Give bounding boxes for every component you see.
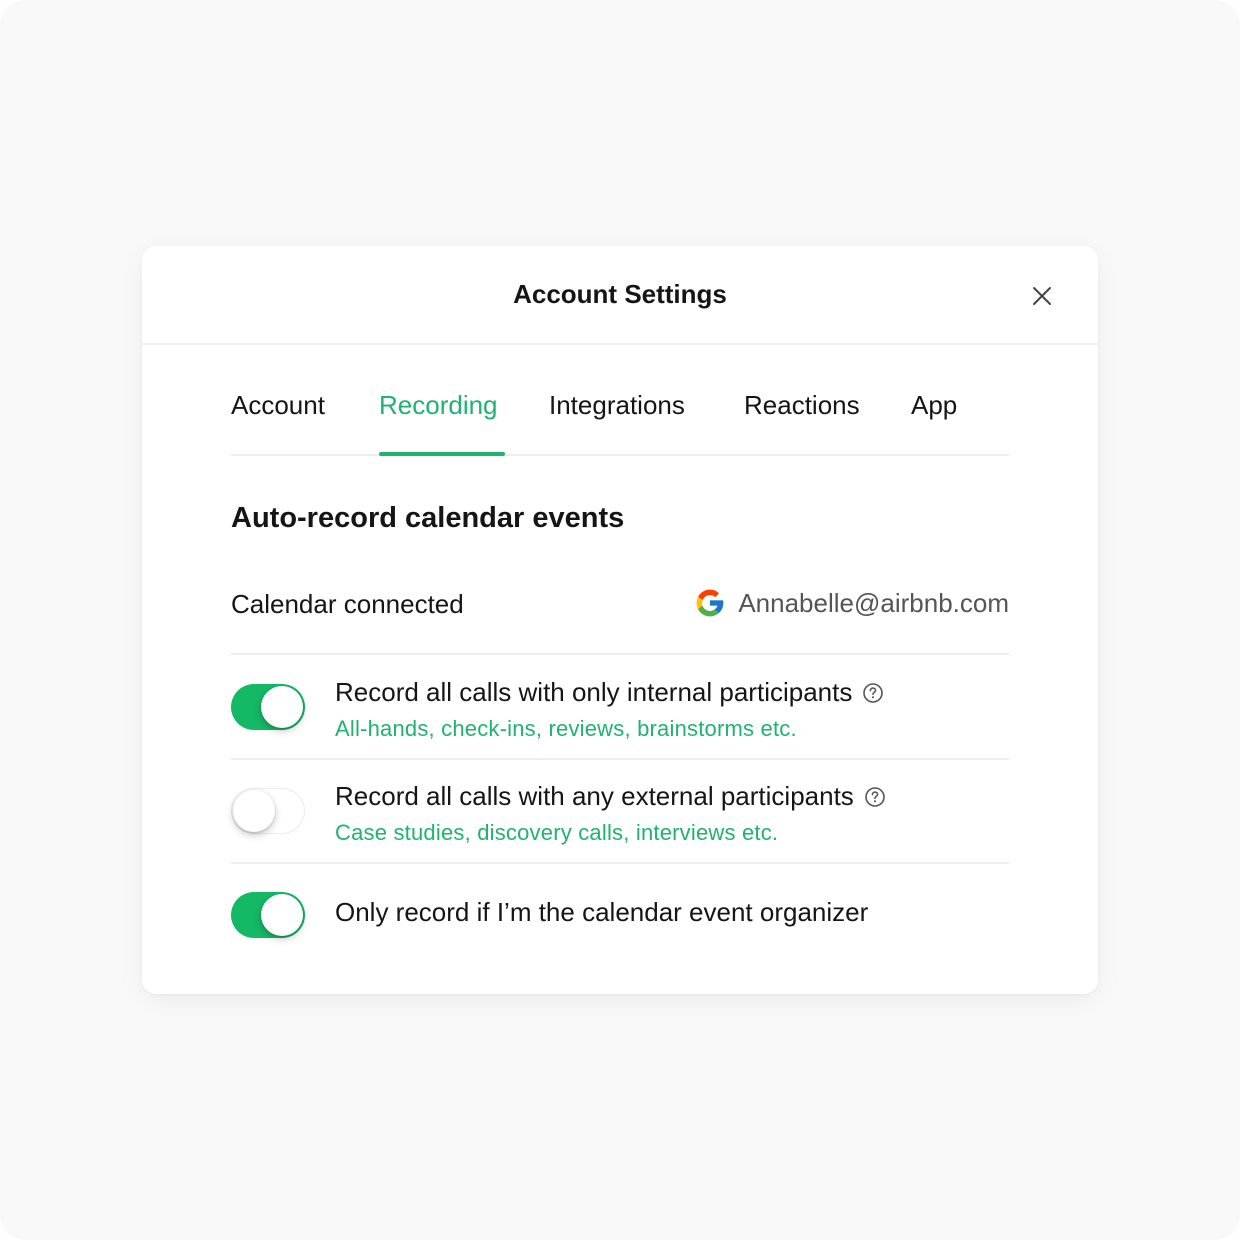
toggle-knob [233, 790, 275, 832]
setting-label-organizer: Only record if I’m the calendar event or… [335, 897, 869, 927]
toggle-internal-calls[interactable] [231, 684, 305, 730]
calendar-connected-row: Calendar connected Annabelle@airbnb.com [231, 576, 1009, 655]
calendar-account: Annabelle@airbnb.com [694, 587, 1009, 619]
close-button[interactable] [1026, 280, 1058, 312]
calendar-account-email: Annabelle@airbnb.com [738, 587, 1009, 618]
tab-reactions[interactable]: Reactions [744, 390, 860, 421]
setting-label-external: Record all calls with any external parti… [335, 781, 854, 811]
google-icon [696, 589, 724, 617]
setting-text-external: Record all calls with any external parti… [335, 781, 886, 846]
page-background: Account Settings Account Recording Integ… [0, 0, 1240, 1240]
account-settings-modal: Account Settings Account Recording Integ… [142, 246, 1098, 994]
toggle-knob [261, 686, 303, 728]
question-circle-icon[interactable] [862, 682, 884, 704]
setting-row-external: Record all calls with any external parti… [231, 760, 1009, 864]
setting-label-internal: Record all calls with only internal part… [335, 677, 853, 707]
question-circle-icon[interactable] [864, 786, 886, 808]
calendar-connected-label: Calendar connected [231, 589, 464, 619]
section-title: Auto-record calendar events [231, 502, 625, 534]
setting-row-organizer: Only record if I’m the calendar event or… [231, 864, 1009, 964]
modal-title: Account Settings [513, 279, 727, 309]
toggle-external-calls[interactable] [231, 788, 305, 834]
modal-header: Account Settings [142, 246, 1098, 345]
setting-text-organizer: Only record if I’m the calendar event or… [335, 897, 868, 928]
setting-sublabel-internal: All-hands, check-ins, reviews, brainstor… [335, 716, 797, 741]
tab-account[interactable]: Account [231, 390, 325, 421]
active-tab-indicator [379, 452, 505, 456]
tab-app[interactable]: App [911, 390, 957, 421]
toggle-organizer-only[interactable] [231, 892, 305, 938]
toggle-knob [261, 894, 303, 936]
tab-integrations[interactable]: Integrations [549, 390, 685, 421]
setting-sublabel-external: Case studies, discovery calls, interview… [335, 820, 779, 845]
setting-text-internal: Record all calls with only internal part… [335, 677, 884, 742]
tab-recording[interactable]: Recording [379, 390, 498, 421]
close-icon [1033, 287, 1051, 305]
settings-tabs: Account Recording Integrations Reactions… [231, 346, 1009, 456]
setting-row-internal: Record all calls with only internal part… [231, 656, 1009, 760]
